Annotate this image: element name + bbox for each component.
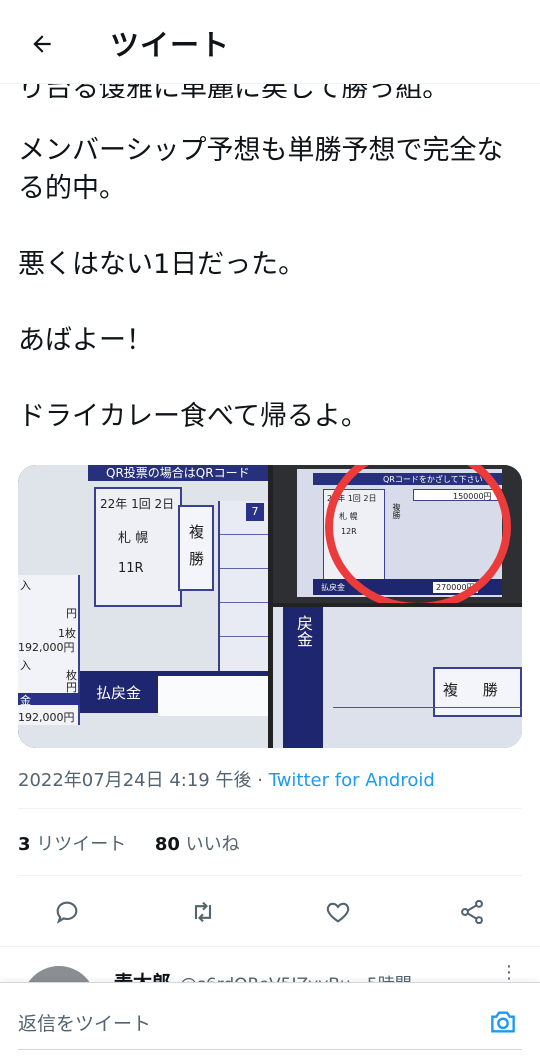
tweet-meta: 2022年07月24日 4:19 午後 · Twitter for Androi… <box>18 766 435 792</box>
tweet-text: メンバーシップ予想も単勝予想で完全なる的中。 悪くはない1日だった。 あばよー！… <box>18 132 528 474</box>
photo-date-text: 22年 1回 2日 <box>100 497 175 511</box>
red-highlight-circle <box>325 465 511 603</box>
tweet-paragraph: あばよー！ <box>18 325 153 356</box>
heart-icon <box>326 902 350 923</box>
tweet-photo-3[interactable]: 戻金 複 勝 <box>273 607 522 748</box>
retweet-icon <box>194 901 212 923</box>
photo-grid <box>218 501 268 671</box>
reply-button[interactable] <box>45 890 89 934</box>
photo-bet-type: 複勝 <box>178 505 214 591</box>
photo-number-badge: 7 <box>246 503 264 521</box>
retweets-stat[interactable]: 3 リツイート <box>18 834 126 855</box>
more-options-icon[interactable]: ⋮ <box>500 962 518 983</box>
divider <box>18 875 522 876</box>
tweet-source-link[interactable]: Twitter for Android <box>269 770 435 791</box>
tweet-action-bar <box>0 890 540 934</box>
divider <box>18 808 522 809</box>
meta-separator: · <box>257 770 263 791</box>
reply-icon <box>56 901 78 924</box>
share-icon <box>461 899 483 925</box>
photo-left-column: 入 円 1枚 192,000円 入 枚 円 金 192,000円 <box>18 575 80 725</box>
reply-composer: 返信をツイート <box>0 982 540 1057</box>
photo-payout-field <box>158 676 268 716</box>
top-app-bar: ツイート <box>0 0 540 84</box>
tweet-stats: 3 リツイート 80 いいね <box>18 830 240 856</box>
arrow-left-icon <box>33 35 51 53</box>
divider <box>0 946 540 947</box>
tweet-paragraph: 悪くはない1日だった。 <box>18 249 306 280</box>
photo-place-text: 札 幌 <box>118 531 149 546</box>
page-title: ツイート <box>110 28 231 62</box>
tweet-photo-2[interactable]: QRコードをかざして下さい 22年 1回 2日 札 幌 12R 複勝 15000… <box>273 465 522 603</box>
tweet-media-grid: QR投票の場合はQRコード 入 円 1枚 192,000円 入 枚 円 金 19… <box>18 465 522 748</box>
back-button[interactable] <box>22 24 62 64</box>
photo-side-label: 戻金 <box>294 615 313 647</box>
retweet-button[interactable] <box>181 890 225 934</box>
tweet-timestamp: 2022年07月24日 4:19 午後 <box>18 770 252 791</box>
camera-icon <box>491 1011 515 1033</box>
composer-underline <box>18 1049 522 1050</box>
photo-race-text: 11R <box>118 561 144 576</box>
like-button[interactable] <box>316 890 360 934</box>
photo-grid-line <box>333 707 522 708</box>
camera-button[interactable] <box>484 1003 522 1041</box>
likes-stat[interactable]: 80 いいね <box>155 834 240 855</box>
share-button[interactable] <box>450 890 494 934</box>
tweet-text-partial-line: り台る馊雅に単麗に矣して勝っ組。 <box>18 84 522 98</box>
photo-payout-label: 払戻金 <box>96 684 142 702</box>
tweet-photo-1[interactable]: QR投票の場合はQRコード 入 円 1枚 192,000円 入 枚 円 金 19… <box>18 465 268 748</box>
tweet-paragraph: メンバーシップ予想も単勝予想で完全なる的中。 <box>18 135 504 204</box>
photo-banner-text: QR投票の場合はQRコード <box>88 465 268 481</box>
reply-input[interactable]: 返信をツイート <box>18 1009 151 1036</box>
tweet-paragraph: ドライカレー食べて帰るよ。 <box>18 401 368 432</box>
